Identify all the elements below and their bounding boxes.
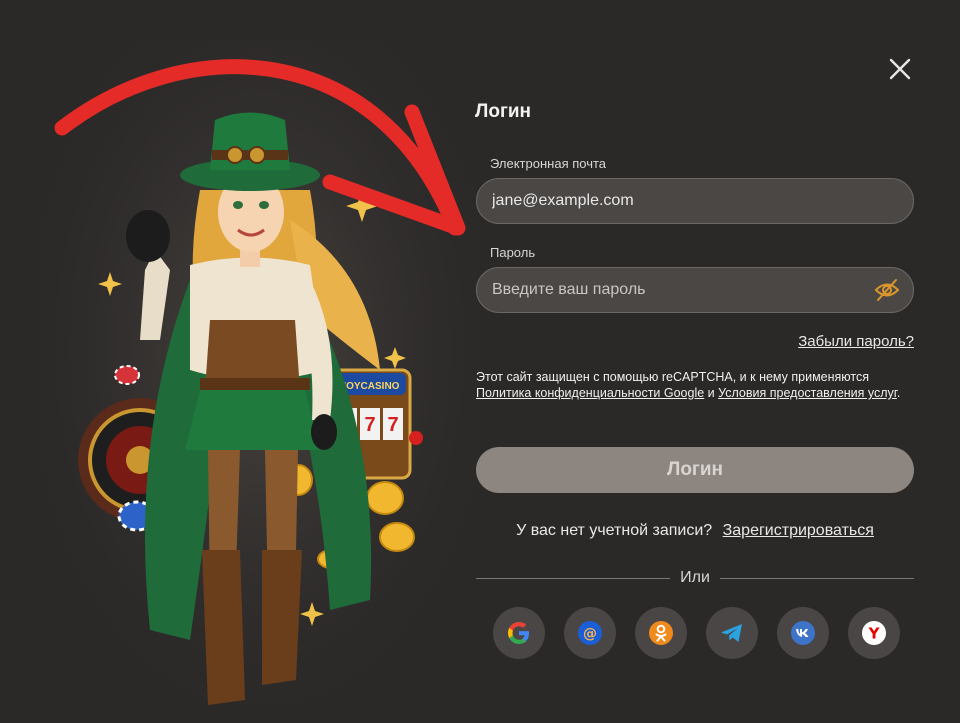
odnoklassniki-login-button[interactable] (635, 607, 687, 659)
terms-of-service-link[interactable]: Условия предоставления услуг (718, 386, 897, 400)
modal-title: Логин (475, 101, 532, 122)
recaptcha-notice: Этот сайт защищен с помощью reCAPTCHA, и… (476, 369, 916, 401)
telegram-icon (721, 624, 742, 642)
google-login-button[interactable] (493, 607, 545, 659)
illustration-svg: JOYCASINO 7 7 7 (40, 40, 480, 723)
divider-line-right (720, 578, 914, 579)
recaptcha-text: Этот сайт защищен с помощью reCAPTCHA, и… (476, 370, 870, 384)
close-icon (889, 58, 911, 80)
telegram-login-button[interactable] (706, 607, 758, 659)
forgot-password-link[interactable]: Забыли пароль? (798, 333, 914, 350)
yandex-icon: Y (862, 621, 886, 645)
password-visibility-toggle[interactable] (874, 278, 900, 302)
odnoklassniki-icon (649, 621, 673, 645)
vk-login-button[interactable] (777, 607, 829, 659)
recaptcha-period: . (896, 386, 901, 400)
password-label: Пароль (490, 245, 536, 260)
or-divider: Или (476, 569, 914, 589)
close-button[interactable] (884, 53, 916, 85)
register-link[interactable]: Зарегистрироваться (723, 522, 874, 539)
password-input[interactable] (476, 267, 914, 313)
login-modal: JOYCASINO 7 7 7 (0, 0, 960, 723)
privacy-policy-link[interactable]: Политика конфиденциальности Google (476, 386, 704, 400)
google-icon (508, 622, 529, 644)
yandex-login-button[interactable]: Y (848, 607, 900, 659)
casino-character-illustration: JOYCASINO 7 7 7 (40, 40, 480, 723)
mail-ru-icon: @ (578, 621, 602, 645)
email-label: Электронная почта (490, 156, 607, 171)
vk-icon (791, 621, 815, 645)
login-button[interactable]: Логин (476, 447, 914, 493)
slot-sign-text: JOYCASINO (341, 381, 400, 392)
mail-ru-login-button[interactable]: @ (564, 607, 616, 659)
register-prompt: У вас нет учетной записи? (516, 522, 713, 539)
recaptcha-and: и (707, 386, 715, 400)
svg-text:Y: Y (868, 625, 881, 643)
svg-text:@: @ (583, 626, 597, 642)
slot-reel-3: 7 (387, 414, 398, 436)
register-row: У вас нет учетной записи? Зарегистрирова… (476, 522, 914, 540)
eye-off-icon (874, 279, 900, 301)
social-login-buttons: @ Y (493, 607, 903, 659)
slot-reel-2: 7 (364, 414, 375, 436)
email-input[interactable] (476, 178, 914, 224)
